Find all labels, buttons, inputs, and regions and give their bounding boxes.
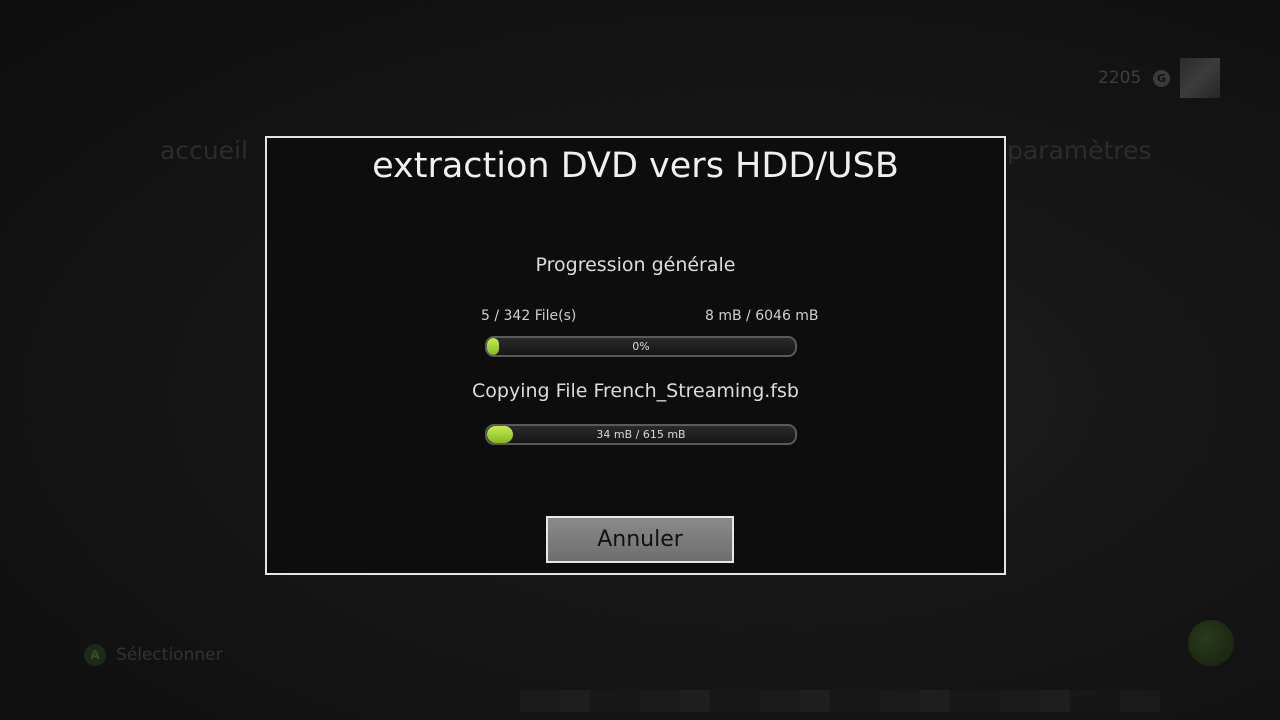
file-progress-label: 34 mB / 615 mB bbox=[596, 428, 686, 441]
current-file-title: Copying File French_Streaming.fsb bbox=[472, 380, 799, 402]
gamerscore: 2205 bbox=[1098, 68, 1142, 88]
guide-button-icon bbox=[1188, 620, 1234, 666]
select-hint-label: Sélectionner bbox=[116, 645, 223, 665]
select-hint: A Sélectionner bbox=[84, 644, 223, 666]
gamerscore-icon: G bbox=[1153, 70, 1170, 87]
files-count: 5 / 342 File(s) bbox=[481, 308, 577, 324]
gamerpic-avatar bbox=[1180, 58, 1220, 98]
cancel-button[interactable]: Annuler bbox=[546, 516, 734, 563]
dashboard-screen: 2205 G accueil paramètres A Sélectionner… bbox=[0, 0, 1280, 720]
overall-progress-title: Progression générale bbox=[535, 254, 736, 276]
background-ticker bbox=[520, 690, 1160, 712]
a-button-icon: A bbox=[84, 644, 106, 666]
nav-tab-home: accueil bbox=[160, 136, 248, 165]
file-progress-bar: 34 mB / 615 mB bbox=[485, 424, 797, 445]
overall-progress-label: 0% bbox=[632, 340, 650, 353]
size-count: 8 mB / 6046 mB bbox=[705, 308, 819, 324]
nav-tab-settings: paramètres bbox=[1007, 136, 1152, 165]
dialog-title: extraction DVD vers HDD/USB bbox=[372, 146, 899, 186]
overall-progress-bar: 0% bbox=[485, 336, 797, 357]
extraction-dialog: extraction DVD vers HDD/USB Progression … bbox=[265, 136, 1006, 575]
